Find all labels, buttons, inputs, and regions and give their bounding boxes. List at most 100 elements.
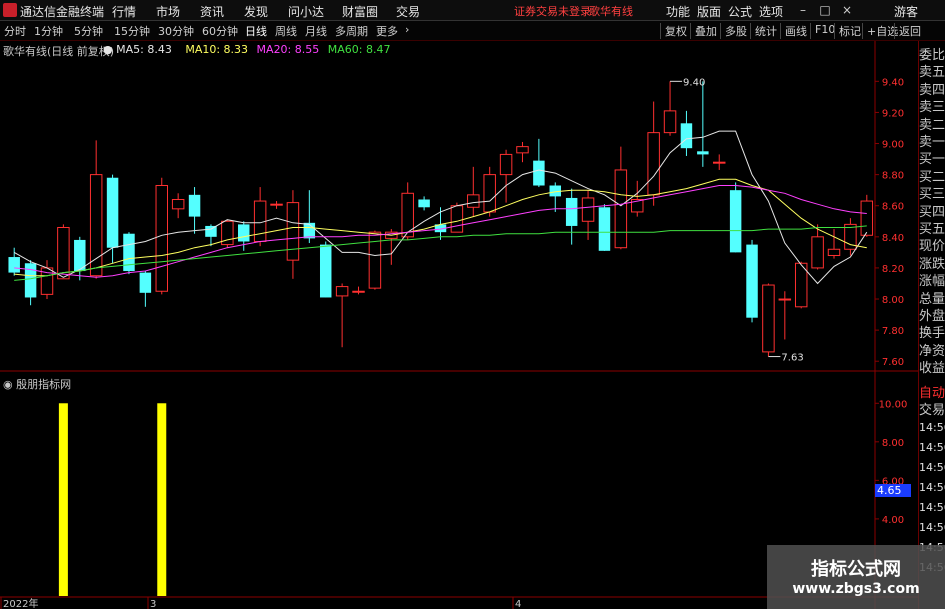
candle-body [614, 169, 628, 249]
quote-label: 委比 [919, 48, 945, 63]
indicator-current-value: 4.65 [875, 484, 911, 497]
candle-body [729, 190, 742, 253]
period-more[interactable]: 更多 [376, 23, 398, 39]
indicator-tick-label: 10.00 [879, 399, 908, 410]
candle-body [827, 248, 841, 256]
menu-ask-xiaoda[interactable]: 问小达 [288, 3, 324, 20]
btn-mark[interactable]: 标记 [834, 23, 861, 39]
candle [123, 232, 135, 275]
quote-label: 买五 [919, 222, 945, 237]
candle-body [238, 224, 250, 242]
candle-body [270, 203, 283, 206]
menu-formula[interactable]: 公式 [728, 3, 752, 20]
candle-body [516, 146, 529, 154]
quote-label: 买四 [919, 204, 945, 220]
menu-discover[interactable]: 发现 [244, 3, 268, 20]
menu-layout[interactable]: 版面 [697, 3, 721, 20]
candle-body [401, 192, 414, 238]
candle-body [286, 202, 300, 261]
trade-time: 14:56 [919, 461, 945, 474]
period-toolbar: 分时 1分钟 5分钟 15分钟 30分钟 60分钟 日线 周线 月线 多周期 更… [0, 21, 945, 41]
period-5min[interactable]: 5分钟 [74, 23, 103, 39]
period-monthly[interactable]: 月线 [305, 23, 327, 39]
candle-body [89, 174, 103, 277]
quote-label: 买三 [919, 187, 945, 203]
quote-tab-label[interactable]: 交易 [919, 402, 945, 419]
candle-body [303, 222, 316, 239]
menu-functions[interactable]: 功能 [666, 3, 690, 20]
candle [778, 291, 792, 340]
candle [499, 149, 513, 203]
candle-body [57, 226, 70, 280]
watermark-url: www.zbgs3.com [792, 581, 920, 597]
close-icon[interactable]: × [838, 1, 856, 19]
date-axis: 2022年 3 4 [0, 597, 521, 609]
guest-user[interactable]: 游客 [894, 3, 918, 20]
quote-label: 外盘 [919, 309, 945, 324]
btn-add-watchlist[interactable]: +自选 [862, 23, 898, 39]
quote-label: 涨跌 [919, 256, 945, 272]
menu-market[interactable]: 市场 [156, 3, 180, 20]
indicator-tick-label: 4.00 [882, 515, 904, 526]
period-1min[interactable]: 1分钟 [34, 23, 63, 39]
btn-multi-stock[interactable]: 多股 [720, 23, 747, 39]
btn-adjust-price[interactable]: 复权 [660, 23, 687, 39]
title-bar: 通达信金融终端 行情 市场 资讯 发现 问小达 财富圈 交易 证券交易未登录 歌… [0, 0, 945, 21]
candle [483, 166, 496, 217]
ma10-legend: MA10: 8.33 [185, 43, 249, 56]
candle [221, 219, 234, 248]
candle-body [598, 207, 611, 251]
kline-chart[interactable]: 9.40 9.20 9.00 8.80 8.60 8.40 8.20 8.00 7.80 7.60… [0, 41, 945, 609]
candle [565, 188, 578, 245]
btn-statistics[interactable]: 统计 [750, 23, 777, 39]
watermark-title: 指标公式网 [811, 559, 901, 580]
menu-options[interactable]: 选项 [759, 3, 783, 20]
candle [647, 101, 660, 206]
indicator-bar [157, 403, 167, 596]
candle [549, 182, 562, 212]
candles [8, 81, 874, 357]
quote-label: 净资 [919, 343, 945, 359]
menu-market-quotes[interactable]: 行情 [112, 3, 136, 20]
quote-tab-label[interactable]: 自动 [919, 385, 945, 402]
btn-f10[interactable]: F10 [810, 23, 835, 39]
chart-title: 歌华有线(日线 前复权) [3, 45, 115, 58]
quote-label: 卖二 [919, 117, 945, 133]
stock-name-header: 歌华有线 [589, 5, 633, 18]
login-warning[interactable]: 证券交易未登录 [514, 3, 591, 19]
period-weekly[interactable]: 周线 [275, 23, 297, 39]
candle-body [205, 225, 217, 237]
quote-label: 现价 [919, 239, 945, 255]
candle [286, 190, 300, 279]
period-daily[interactable]: 日线 [245, 23, 267, 39]
btn-overlay[interactable]: 叠加 [690, 23, 717, 39]
trade-time: 14:56 [919, 501, 945, 514]
menu-news[interactable]: 资讯 [200, 3, 224, 20]
quote-label: 涨幅 [919, 274, 945, 290]
ma20-legend: MA20: 8.55 [256, 43, 320, 56]
candle [155, 177, 169, 295]
period-15min[interactable]: 15分钟 [114, 23, 150, 39]
period-multi[interactable]: 多周期 [335, 23, 368, 39]
maximize-icon[interactable]: □ [816, 1, 834, 19]
period-intraday[interactable]: 分时 [4, 23, 26, 39]
btn-draw-line[interactable]: 画线 [780, 23, 807, 39]
low-label: 7.63 [781, 353, 803, 364]
quote-panel[interactable]: 委比 卖五 卖四 卖三 卖二 卖一 买一 买二 买三 买四 买五 现价 涨跌 涨幅 总量 外盘 换手 净资 收益 自动… [918, 41, 945, 609]
candle [188, 187, 201, 234]
price-tick-label: 9.40 [882, 77, 904, 88]
candle-body [712, 161, 726, 164]
candle-body [860, 200, 874, 236]
btn-back[interactable]: 返回 [894, 23, 921, 39]
period-30min[interactable]: 30分钟 [158, 23, 194, 39]
price-tick-label: 9.00 [882, 140, 904, 151]
watermark: 指标公式网 www.zbgs3.com [767, 545, 945, 609]
menu-wealth-circle[interactable]: 财富圈 [342, 3, 378, 20]
minimize-icon[interactable]: – [794, 1, 812, 19]
candle [729, 182, 742, 253]
menu-trade[interactable]: 交易 [396, 3, 420, 20]
candle-body [533, 160, 545, 186]
trade-time: 14:56 [919, 421, 945, 434]
chevron-right-icon[interactable]: › [405, 23, 409, 36]
period-60min[interactable]: 60分钟 [202, 23, 238, 39]
